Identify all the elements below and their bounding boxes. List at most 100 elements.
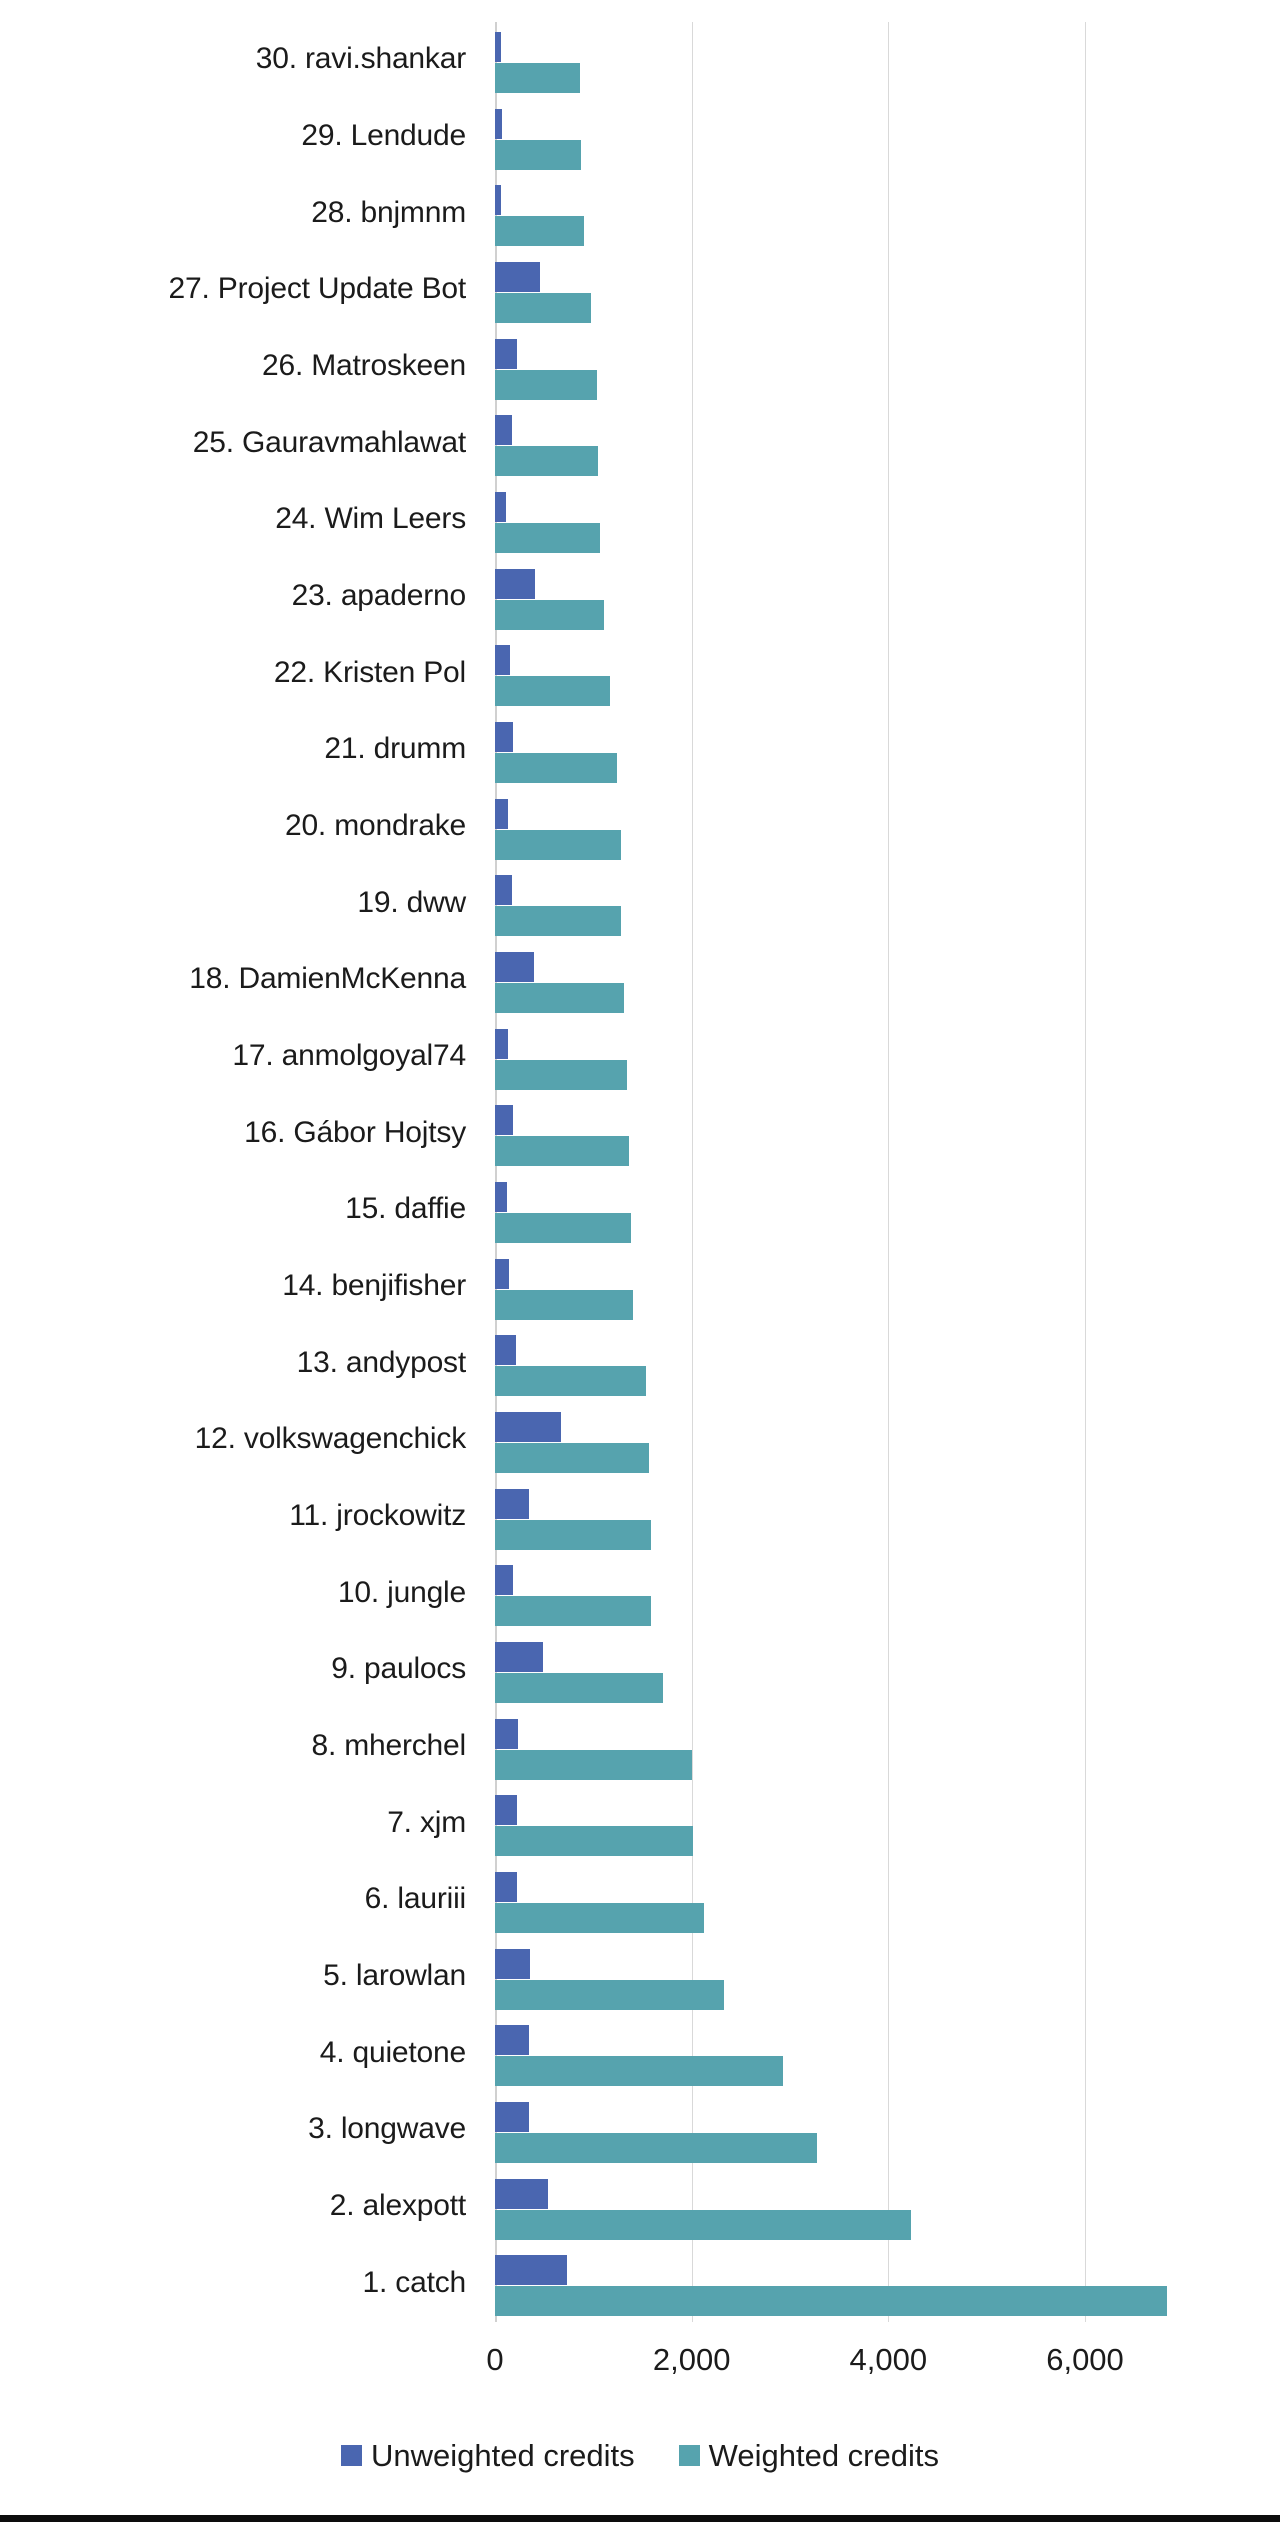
bar-weighted — [495, 446, 599, 477]
bar-chart: 30. ravi.shankar 29. Lendude 28. bnjmnm 27.… — [0, 0, 1280, 2522]
category-label: 21. drumm — [324, 732, 466, 766]
bar-unweighted — [495, 1412, 562, 1442]
bar-weighted — [495, 2056, 784, 2087]
bar-unweighted — [495, 1795, 518, 1826]
legend-swatch-icon — [678, 2445, 700, 2466]
gridline-6000 — [1085, 22, 1086, 2322]
plot-area — [495, 22, 1187, 2322]
category-label: 8. mherchel — [311, 1729, 466, 1762]
bar-weighted — [495, 1596, 652, 1627]
bar-weighted — [495, 829, 622, 860]
category-label: 6. lauriii — [364, 1882, 467, 1916]
bar-weighted — [495, 676, 611, 707]
category-label: 3. longwave — [308, 2112, 466, 2146]
bar-weighted — [495, 753, 618, 783]
bar-unweighted — [495, 2255, 568, 2286]
gridline-4000 — [888, 22, 890, 2322]
legend-label: Unweighted credits — [371, 2438, 635, 2473]
bar-weighted — [495, 523, 601, 553]
category-label: 29. Lendude — [301, 119, 466, 152]
gridline-2000 — [691, 22, 693, 2322]
bar-unweighted — [495, 1642, 543, 1672]
bar-unweighted — [495, 185, 502, 216]
bar-unweighted — [495, 32, 501, 62]
category-label: 17. anmolgoyal74 — [232, 1039, 466, 1072]
xtick-label: 2,000 — [652, 2342, 731, 2377]
bar-weighted — [495, 2133, 817, 2163]
bar-weighted — [495, 369, 598, 400]
category-label: 20. mondrake — [284, 809, 466, 842]
bar-weighted — [495, 293, 592, 323]
bar-unweighted — [495, 2102, 529, 2132]
chart-legend: Unweighted credits Weighted credits — [0, 2440, 1280, 2471]
category-label: 23. apaderno — [291, 579, 467, 612]
bar-weighted — [495, 2209, 912, 2240]
bar-weighted — [495, 2286, 1168, 2317]
legend-label: Weighted credits — [708, 2438, 939, 2473]
bar-weighted — [495, 63, 580, 93]
xtick-label: 4,000 — [849, 2342, 928, 2377]
category-label: 28. bnjmnm — [311, 195, 466, 229]
bar-unweighted — [495, 492, 506, 522]
category-label: 2. alexpott — [329, 2189, 466, 2222]
legend-item[interactable]: Unweighted credits — [341, 2440, 635, 2471]
category-label: 16. Gábor Hojtsy — [244, 1115, 466, 1149]
legend-swatch-icon — [341, 2445, 363, 2466]
bar-unweighted — [495, 108, 502, 139]
category-label: 1. catch — [362, 2265, 467, 2299]
bar-unweighted — [495, 1565, 514, 1596]
bar-weighted — [495, 1826, 694, 1857]
bar-weighted — [495, 906, 622, 937]
bar-weighted — [495, 139, 582, 170]
xtick-label: 6,000 — [1046, 2342, 1124, 2377]
category-label: 5. larowlan — [323, 1959, 466, 1992]
bar-weighted — [495, 1519, 652, 1550]
legend-item[interactable]: Weighted credits — [678, 2438, 939, 2473]
category-label: 9. paulocs — [331, 1652, 466, 1686]
category-label: 18. DamienMcKenna — [189, 962, 466, 996]
bar-unweighted — [495, 645, 511, 676]
bar-unweighted — [495, 875, 512, 906]
bar-weighted — [495, 983, 624, 1013]
category-label: 27. Project Update Bot — [168, 272, 467, 306]
bar-weighted — [495, 1443, 649, 1473]
bar-weighted — [495, 1673, 664, 1703]
bar-unweighted — [495, 262, 541, 292]
xtick-label: 0 — [486, 2342, 504, 2377]
bar-unweighted — [495, 722, 513, 752]
bar-unweighted — [495, 1258, 509, 1289]
bar-unweighted — [495, 1718, 518, 1749]
bar-unweighted — [495, 1872, 518, 1902]
bar-unweighted — [495, 2178, 549, 2209]
bar-weighted — [495, 1749, 693, 1780]
bar-weighted — [495, 1289, 634, 1320]
category-label: 4. quietone — [319, 2035, 466, 2069]
category-label: 11. jrockowitz — [289, 1499, 466, 1532]
bar-unweighted — [495, 338, 518, 369]
category-label: 26. Matroskeen — [262, 349, 466, 382]
bar-unweighted — [495, 952, 535, 982]
category-label: 24. Wim Leers — [275, 502, 466, 536]
bar-weighted — [495, 1366, 647, 1397]
category-label: 14. benjifisher — [282, 1269, 466, 1302]
bar-unweighted — [495, 568, 536, 599]
category-label: 12. volkswagenchick — [194, 1422, 467, 1456]
bar-weighted — [495, 216, 584, 247]
bar-unweighted — [495, 1488, 529, 1519]
bar-weighted — [495, 1979, 725, 2010]
bar-weighted — [495, 1059, 628, 1090]
bar-unweighted — [495, 1948, 530, 1979]
category-label: 25. Gauravmahlawat — [192, 425, 466, 459]
bar-unweighted — [495, 1335, 517, 1366]
bar-weighted — [495, 599, 605, 630]
bar-weighted — [495, 1213, 631, 1243]
bar-unweighted — [495, 1182, 507, 1212]
category-label: 15. daffie — [345, 1192, 466, 1226]
category-label: 10. jungle — [337, 1575, 466, 1609]
bar-unweighted — [495, 2025, 529, 2056]
bar-unweighted — [495, 798, 508, 829]
bottom-rule — [0, 2515, 1280, 2522]
bar-weighted — [495, 1136, 630, 1167]
value-axis-tick-labels: 0 2,000 4,000 6,000 — [0, 2344, 1280, 2394]
bar-unweighted — [495, 1028, 509, 1059]
